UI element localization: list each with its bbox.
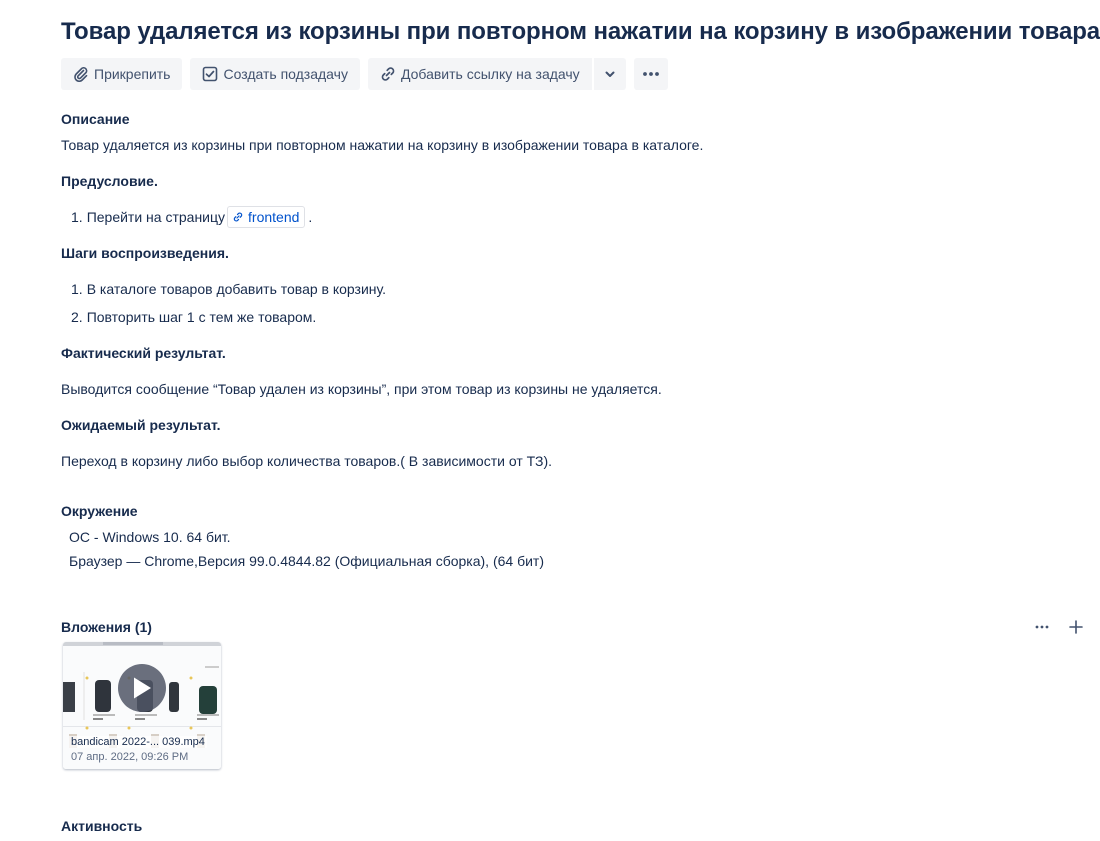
list-item-text: Перейти на страницу	[86, 209, 226, 225]
activity-heading: Активность	[61, 818, 143, 834]
steps-heading: Шаги воспроизведения.	[61, 245, 229, 261]
step-item: 1. В каталоге товаров добавить товар в к…	[71, 281, 386, 297]
frontend-link-label: frontend	[248, 209, 300, 225]
link-issue-label: Добавить ссылку на задачу	[400, 66, 580, 82]
link-issue-dropdown[interactable]	[593, 58, 626, 90]
issue-toolbar: Прикрепить Создать подзадачу Добавить сс…	[61, 58, 668, 90]
list-number: 1.	[71, 281, 83, 297]
attachment-name: bandicam 2022-... 039.mp4	[69, 736, 207, 748]
paperclip-icon	[71, 64, 91, 84]
chevron-down-icon	[603, 67, 617, 81]
expected-result-heading: Ожидаемый результат.	[61, 417, 221, 433]
create-subtask-button[interactable]: Создать подзадачу	[190, 58, 360, 90]
link-issue-button[interactable]: Добавить ссылку на задачу	[367, 58, 592, 90]
precondition-item: 1. Перейти на страницу frontend .	[71, 206, 312, 228]
plus-icon	[1068, 619, 1084, 635]
more-icon	[1034, 619, 1050, 635]
issue-title[interactable]: Товар удаляется из корзины при повторном…	[61, 18, 1100, 46]
list-item-suffix: .	[308, 209, 313, 225]
attachments-more-button[interactable]	[1030, 617, 1054, 637]
attach-label: Прикрепить	[94, 66, 171, 82]
precondition-heading: Предусловие.	[61, 173, 158, 189]
environment-line: Браузер — Chrome,Версия 99.0.4844.82 (Оф…	[69, 553, 544, 569]
list-number: 1.	[71, 209, 83, 225]
list-item-text: Повторить шаг 1 с тем же товаром.	[86, 309, 317, 325]
environment-line: ОС - Windows 10. 64 бит.	[69, 529, 231, 545]
list-item-text: В каталоге товаров добавить товар в корз…	[86, 281, 387, 297]
create-subtask-label: Создать подзадачу	[223, 66, 348, 82]
more-icon	[641, 64, 661, 84]
description-heading: Описание	[61, 111, 130, 127]
actual-result-heading: Фактический результат.	[61, 345, 226, 361]
attachments-heading: Вложения (1)	[61, 619, 152, 635]
environment-heading: Окружение	[61, 503, 138, 519]
link-icon	[378, 64, 398, 84]
list-number: 2.	[71, 309, 83, 325]
description-intro: Товар удаляется из корзины при повторном…	[61, 137, 704, 153]
checkbox-icon	[200, 64, 220, 84]
add-attachment-button[interactable]	[1064, 617, 1088, 637]
actual-result-text: Выводится сообщение “Товар удален из кор…	[61, 381, 662, 397]
attach-button[interactable]: Прикрепить	[61, 58, 183, 90]
play-icon[interactable]	[118, 664, 166, 712]
frontend-link[interactable]: frontend	[227, 206, 306, 228]
link-icon	[232, 211, 244, 223]
expected-result-text: Переход в корзину либо выбор количества …	[61, 453, 553, 469]
step-item: 2. Повторить шаг 1 с тем же товаром.	[71, 309, 316, 325]
attachment-card[interactable]: bandicam 2022-... 039.mp4 07 апр. 2022, …	[63, 642, 221, 769]
attachment-date: 07 апр. 2022, 09:26 PM	[71, 751, 189, 763]
attachments-actions	[1030, 617, 1088, 637]
more-actions-button[interactable]	[633, 58, 668, 90]
